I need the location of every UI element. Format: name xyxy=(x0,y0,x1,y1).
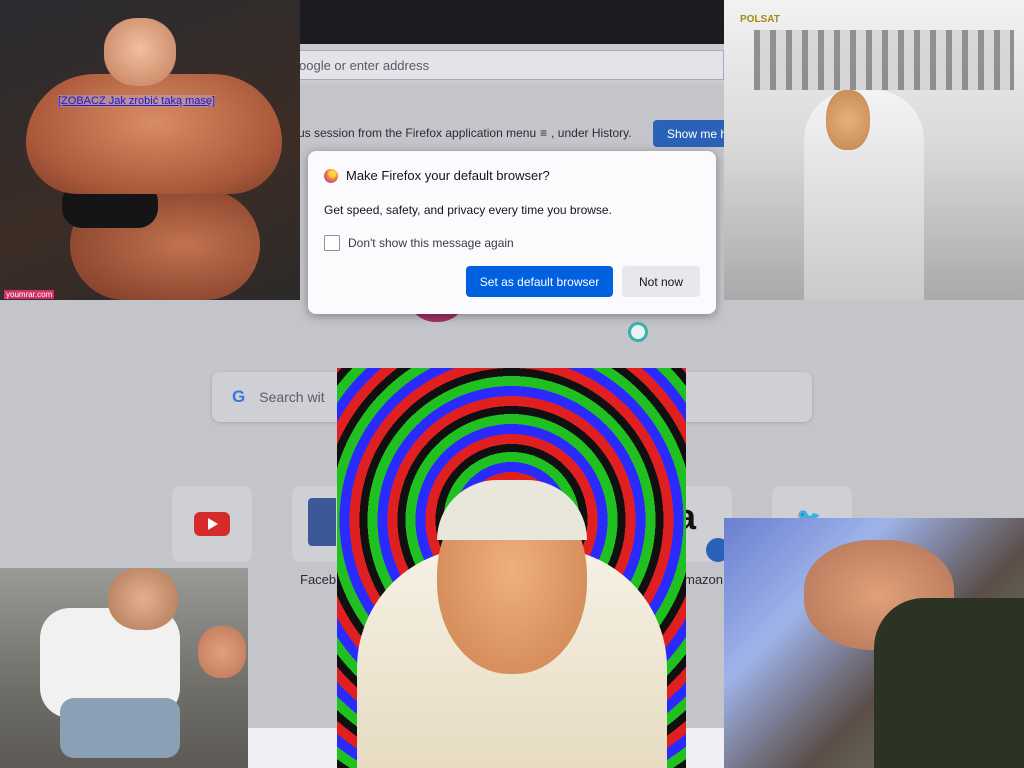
set-default-browser-button[interactable]: Set as default browser xyxy=(466,266,613,297)
default-browser-dialog: Make Firefox your default browser? Get s… xyxy=(308,151,716,314)
tile-amazon-label: mazon xyxy=(684,572,724,587)
youtube-icon xyxy=(194,512,230,536)
firefox-icon xyxy=(324,168,338,183)
restore-session-message: us session from the Firefox application … xyxy=(298,126,632,140)
dont-show-again-label: Don't show this message again xyxy=(348,236,514,250)
menu-icon: ≡ xyxy=(540,126,548,140)
bodybuilder-link[interactable]: [ZOBACZ Jak zrobić taką masę] xyxy=(58,95,216,107)
loading-spinner-icon xyxy=(628,322,648,342)
dont-show-again-row[interactable]: Don't show this message again xyxy=(324,235,514,251)
window-portrait-image xyxy=(724,518,1024,768)
dialog-title: Make Firefox your default browser? xyxy=(324,168,550,183)
not-now-button[interactable]: Not now xyxy=(622,266,700,297)
tile-youtube[interactable] xyxy=(172,486,252,562)
kid-photo-image xyxy=(0,568,248,768)
tv-channel-logo: POLSAT xyxy=(740,14,780,25)
restore-message-suffix: , under History. xyxy=(551,126,632,140)
dialog-body: Get speed, safety, and privacy every tim… xyxy=(324,203,612,217)
kid-head xyxy=(108,568,178,630)
window-portrait-scarf xyxy=(874,598,1024,768)
kid-shorts xyxy=(60,698,180,758)
psychedelic-portrait-image xyxy=(337,368,686,768)
dialog-title-text: Make Firefox your default browser? xyxy=(346,168,550,183)
portrait-hair xyxy=(437,480,587,540)
dont-show-again-checkbox[interactable] xyxy=(324,235,340,251)
bodybuilder-watermark: youmrar.com xyxy=(4,290,55,299)
search-placeholder: Search wit xyxy=(259,389,325,405)
bodybuilder-torso xyxy=(26,74,282,194)
kitchen-image: POLSAT xyxy=(724,0,1024,300)
bodybuilder-head xyxy=(104,18,176,86)
kid-photo-face-overlay xyxy=(198,626,246,678)
kitchen-figure-head xyxy=(826,90,870,150)
facebook-icon xyxy=(308,498,336,546)
restore-message-text: us session from the Firefox application … xyxy=(298,126,537,140)
bodybuilder-image: [ZOBACZ Jak zrobić taką masę] youmrar.co… xyxy=(0,0,300,300)
google-icon: G xyxy=(232,387,246,406)
kitchen-rack xyxy=(754,30,1014,90)
address-bar-placeholder: oogle or enter address xyxy=(299,57,430,73)
address-bar[interactable]: oogle or enter address xyxy=(292,50,724,80)
tile-facebook-label: Faceb xyxy=(300,572,337,587)
